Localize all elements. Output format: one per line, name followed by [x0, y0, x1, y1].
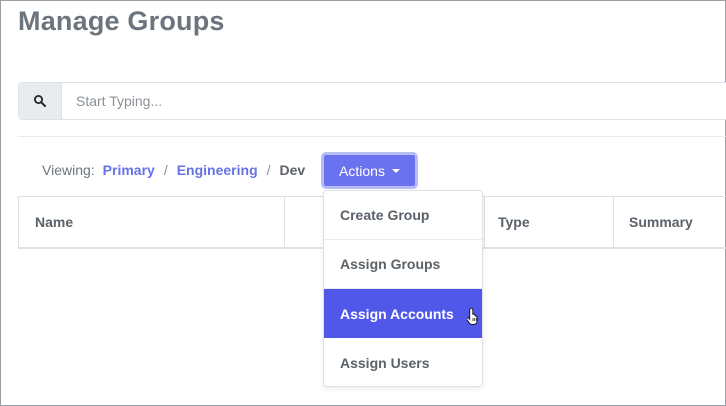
- menu-item-create-group[interactable]: Create Group: [324, 191, 482, 240]
- search-icon: [34, 95, 46, 107]
- breadcrumb-item-primary[interactable]: Primary: [103, 162, 155, 178]
- column-divider: [284, 197, 285, 247]
- search-input[interactable]: [62, 83, 726, 119]
- actions-button[interactable]: Actions: [321, 152, 418, 189]
- caret-down-icon: [391, 168, 400, 173]
- search-bar: [18, 82, 726, 120]
- hand-pointer-icon: [467, 307, 478, 325]
- actions-dropdown-menu: Create Group Assign Groups Assign Accoun…: [323, 190, 483, 387]
- breadcrumb-item-engineering[interactable]: Engineering: [177, 162, 258, 178]
- search-addon: [19, 83, 62, 119]
- breadcrumb-separator: /: [163, 162, 168, 178]
- breadcrumb-item-dev: Dev: [279, 162, 306, 178]
- column-header-name[interactable]: Name: [35, 197, 73, 247]
- menu-item-assign-groups[interactable]: Assign Groups: [324, 240, 482, 289]
- menu-item-assign-users[interactable]: Assign Users: [324, 338, 482, 386]
- column-divider: [613, 197, 614, 247]
- column-divider: [484, 197, 485, 247]
- breadcrumb-separator: /: [266, 162, 271, 178]
- actions-button-label: Actions: [339, 162, 385, 179]
- breadcrumb: Viewing: Primary / Engineering / Dev: [42, 162, 305, 178]
- page-title: Manage Groups: [18, 6, 225, 36]
- column-header-type[interactable]: Type: [498, 197, 530, 247]
- breadcrumb-label: Viewing:: [42, 162, 95, 178]
- section-divider: [18, 136, 726, 137]
- column-header-summary[interactable]: Summary: [629, 197, 693, 247]
- menu-item-assign-accounts-label: Assign Accounts: [340, 305, 454, 322]
- menu-item-assign-accounts[interactable]: Assign Accounts: [324, 289, 482, 338]
